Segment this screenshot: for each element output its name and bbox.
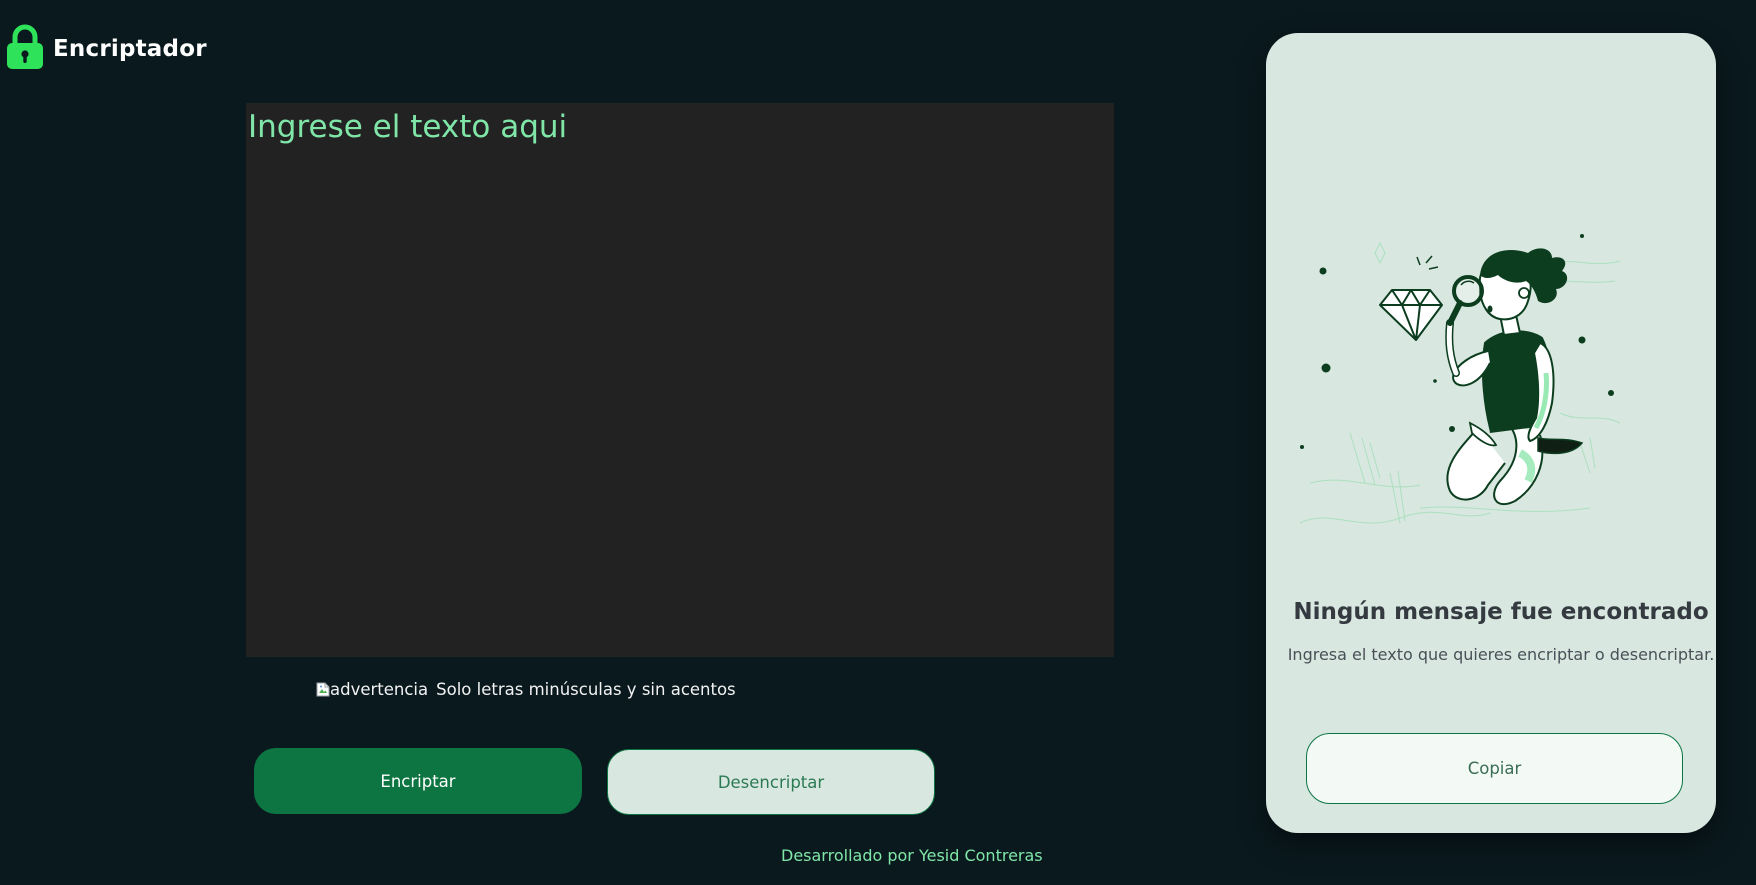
footer-credit: Desarrollado por Yesid Contreras — [781, 846, 1043, 865]
person-magnifying-glass-diamond-illustration — [1299, 234, 1621, 524]
app-logo: Encriptador — [6, 24, 207, 70]
empty-state-subtitle: Ingresa el texto que quieres encriptar o… — [1287, 645, 1715, 664]
output-panel: Ningún mensaje fue encontrado Ingresa el… — [1266, 33, 1716, 833]
copy-button[interactable]: Copiar — [1306, 733, 1683, 804]
broken-image-icon — [316, 682, 330, 697]
text-input[interactable] — [246, 103, 1114, 657]
decrypt-button[interactable]: Desencriptar — [607, 749, 935, 815]
warning-message: Solo letras minúsculas y sin acentos — [436, 680, 736, 699]
warning-note: advertencia Solo letras minúsculas y sin… — [316, 680, 736, 699]
lock-icon — [7, 24, 43, 69]
empty-state-title: Ningún mensaje fue encontrado — [1293, 599, 1709, 625]
encrypt-button[interactable]: Encriptar — [254, 748, 582, 814]
warning-icon-alt-text: advertencia — [330, 680, 429, 699]
app-title: Encriptador — [53, 36, 207, 62]
warning-icon: advertencia — [316, 680, 428, 699]
